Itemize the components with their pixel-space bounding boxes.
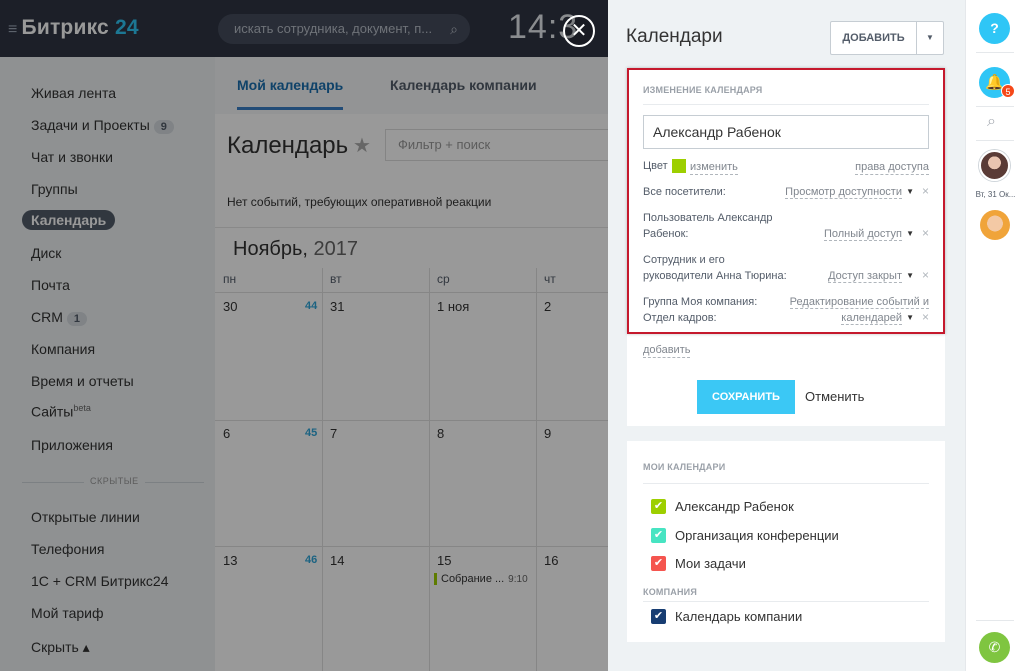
phone-icon[interactable]: ✆: [979, 632, 1010, 663]
section-divider: [643, 601, 929, 602]
help-icon[interactable]: ?: [979, 13, 1010, 44]
checkbox-checked-icon[interactable]: ✔: [651, 556, 666, 571]
section-title: МОИ КАЛЕНДАРИ: [643, 462, 726, 472]
notification-badge: 5: [1001, 84, 1015, 98]
calendar-item-label[interactable]: Организация конференции: [675, 528, 839, 543]
panel-title: Календари: [626, 26, 723, 47]
add-access-link[interactable]: добавить: [643, 343, 691, 358]
dim-overlay[interactable]: [0, 0, 608, 671]
avatar[interactable]: [980, 210, 1010, 240]
save-button[interactable]: СОХРАНИТЬ: [697, 380, 795, 414]
calendars-panel: Календари ДОБАВИТЬ ▼ ИЗМЕНЕНИЕ КАЛЕНДАРЯ…: [608, 0, 965, 671]
chevron-down-icon[interactable]: ▼: [917, 22, 943, 54]
highlight-frame: [627, 68, 945, 334]
add-button-label[interactable]: ДОБАВИТЬ: [831, 22, 917, 54]
divider: [976, 620, 1014, 621]
right-bar: ? 🔔 5 ⌕ Вт, 31 Ок... ✆: [965, 0, 1024, 671]
calendar-item-label[interactable]: Мои задачи: [675, 556, 746, 571]
section-divider: [643, 483, 929, 484]
divider: [976, 52, 1014, 53]
calendar-item-label[interactable]: Александр Рабенок: [675, 499, 794, 514]
avatar[interactable]: [979, 150, 1010, 181]
cancel-button[interactable]: Отменить: [805, 380, 864, 414]
divider: [976, 140, 1014, 141]
checkbox-checked-icon[interactable]: ✔: [651, 499, 666, 514]
checkbox-checked-icon[interactable]: ✔: [651, 609, 666, 624]
close-icon[interactable]: ✕: [563, 15, 595, 47]
divider: [976, 106, 1014, 107]
my-calendars-card: МОИ КАЛЕНДАРИ ✔ Александр Рабенок ✔ Орга…: [627, 441, 945, 642]
recent-chat-date: Вт, 31 Ок...: [975, 190, 1016, 199]
calendar-item-label[interactable]: Календарь компании: [675, 609, 802, 624]
search-icon[interactable]: ⌕: [987, 113, 996, 131]
section-title: КОМПАНИЯ: [643, 587, 697, 597]
add-button[interactable]: ДОБАВИТЬ ▼: [830, 21, 944, 55]
checkbox-checked-icon[interactable]: ✔: [651, 528, 666, 543]
